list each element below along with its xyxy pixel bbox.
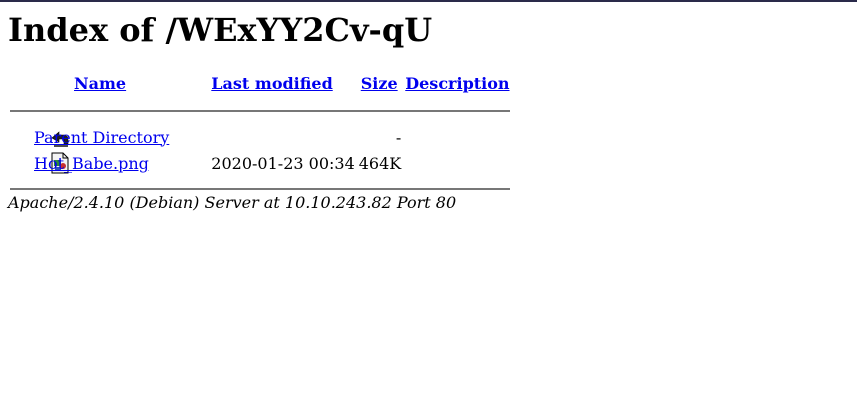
table-row: Hot_Babe.png 2020-01-23 00:34 464K [8,150,512,176]
last-modified-cell: 2020-01-23 00:34 [211,153,355,173]
name-column-header: Name [72,70,209,98]
directory-listing: Name Last modified Size Description Pare… [8,70,512,202]
description-column-header: Description [403,70,511,98]
last-modified-column-header: Last modified [209,70,356,98]
header-row: Name Last modified Size Description [8,70,512,98]
sort-by-name-link[interactable]: Name [74,74,126,93]
page-title: Index of /WExYY2Cv-qU [8,11,433,49]
file-link[interactable]: Hot_Babe.png [34,154,149,173]
header-separator [8,98,512,124]
description-cell [403,150,511,176]
name-cell: Parent Directory [34,124,171,150]
size-column-header: Size [357,70,404,98]
description-cell [403,124,511,150]
last-modified-cell [209,124,356,150]
separator-line [10,188,510,190]
name-cell: Hot_Babe.png [34,150,171,176]
parent-directory-link[interactable]: Parent Directory [34,128,169,147]
sort-by-description-link[interactable]: Description [405,74,509,93]
table-row: Parent Directory - [8,124,512,150]
sort-by-last-modified-link[interactable]: Last modified [211,74,332,93]
size-cell: 464K [358,153,402,173]
sort-by-size-link[interactable]: Size [361,74,398,93]
size-cell: - [395,127,402,147]
icon-column-header [8,70,72,98]
separator-line [10,110,510,112]
server-signature: Apache/2.4.10 (Debian) Server at 10.10.2… [8,193,457,212]
